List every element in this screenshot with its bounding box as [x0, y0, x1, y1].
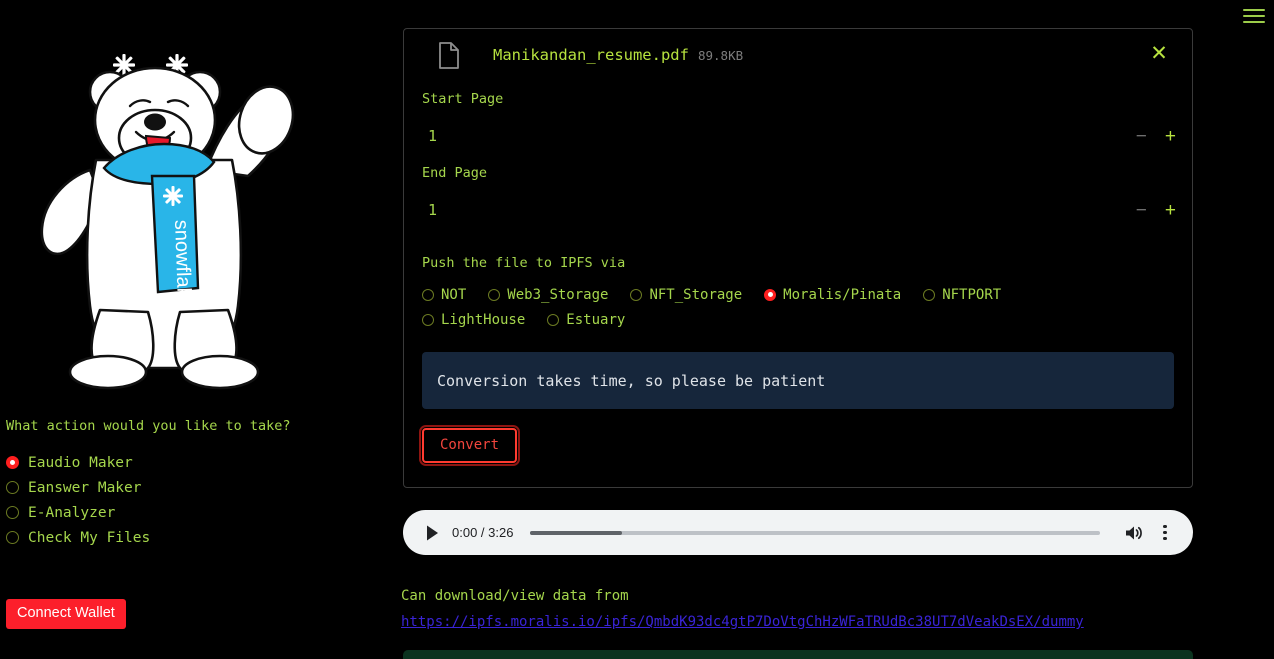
radio-icon[interactable]: [488, 288, 501, 301]
connect-wallet-button[interactable]: Connect Wallet: [6, 599, 126, 629]
app-root: snowflake What action would you like to …: [0, 0, 1274, 659]
radio-icon-selected[interactable]: [6, 456, 19, 469]
info-banner-text: Conversion takes time, so please be pati…: [437, 371, 826, 390]
ipfs-option-label: Estuary: [566, 311, 626, 328]
play-icon[interactable]: [421, 522, 443, 544]
download-info-block: Can download/view data from https://ipfs…: [401, 588, 1193, 630]
audio-player[interactable]: 0:00 / 3:26: [403, 510, 1193, 555]
ipfs-provider-label: Push the file to IPFS via: [422, 255, 626, 271]
audio-time-display: 0:00 / 3:26: [452, 525, 514, 540]
close-icon[interactable]: ✕: [1148, 43, 1170, 65]
file-size-label: 89.8KB: [697, 47, 744, 63]
radio-icon[interactable]: [923, 288, 936, 301]
file-header: Manikandan_resume.pdf 89.8KB ✕: [404, 29, 1192, 81]
download-info-text: Can download/view data from: [401, 588, 629, 604]
radio-icon[interactable]: [422, 288, 434, 301]
radio-icon[interactable]: [630, 288, 643, 301]
scarf-brand-text: snowflake: [170, 219, 195, 309]
start-page-stepper-buttons: − +: [1136, 117, 1176, 155]
ipfs-download-link[interactable]: https://ipfs.moralis.io/ipfs/QmbdK93dc4g…: [401, 614, 1193, 630]
radio-icon-selected[interactable]: [764, 288, 777, 301]
more-vertical-icon[interactable]: [1155, 522, 1175, 544]
ipfs-option-label: Moralis/Pinata: [783, 286, 902, 303]
sidebar-option-e-analyzer[interactable]: E-Analyzer: [6, 500, 150, 525]
ipfs-option-label: NFT_Storage: [649, 286, 743, 303]
ipfs-option-label: NFTPORT: [942, 286, 1002, 303]
ipfs-provider-radio-group: NOT Web3_Storage NFT_Storage Moralis/Pin…: [404, 282, 1084, 332]
ipfs-option-label: Web3_Storage: [507, 286, 609, 303]
start-page-label: Start Page: [422, 91, 504, 107]
start-page-decrement-button[interactable]: −: [1136, 127, 1147, 146]
action-radio-group: Eaudio Maker Eanswer Maker E-Analyzer Ch…: [6, 450, 150, 550]
sidebar: snowflake What action would you like to …: [0, 0, 390, 659]
success-alert-bar: [403, 650, 1193, 659]
end-page-stepper-buttons: − +: [1136, 191, 1176, 229]
end-page-input[interactable]: 1: [404, 201, 437, 219]
end-page-stepper: 1 − +: [404, 191, 1192, 229]
convert-button[interactable]: Convert: [418, 425, 521, 466]
end-page-label: End Page: [422, 165, 488, 181]
sidebar-option-label: Eanswer Maker: [28, 479, 142, 496]
volume-icon[interactable]: [1122, 522, 1144, 544]
info-banner: Conversion takes time, so please be pati…: [422, 352, 1174, 409]
ipfs-option-not[interactable]: NOT: [422, 282, 466, 307]
hamburger-bar: [1243, 21, 1265, 23]
sidebar-option-label: E-Analyzer: [28, 504, 116, 521]
sidebar-option-label: Check My Files: [28, 529, 151, 546]
end-page-decrement-button[interactable]: −: [1136, 201, 1147, 220]
radio-icon[interactable]: [547, 313, 560, 326]
action-question-label: What action would you like to take?: [6, 418, 291, 434]
audio-scrubber[interactable]: [530, 530, 1100, 535]
start-page-input[interactable]: 1: [404, 127, 437, 145]
sidebar-option-eaudio-maker[interactable]: Eaudio Maker: [6, 450, 150, 475]
hamburger-bar: [1243, 15, 1265, 17]
radio-icon[interactable]: [6, 481, 19, 494]
ipfs-option-moralis-pinata[interactable]: Moralis/Pinata: [764, 282, 901, 307]
sidebar-option-check-my-files[interactable]: Check My Files: [6, 525, 150, 550]
file-conversion-card: Manikandan_resume.pdf 89.8KB ✕ Start Pag…: [403, 28, 1193, 488]
more-dot: [1163, 524, 1167, 528]
more-dot: [1163, 537, 1167, 541]
ipfs-option-estuary[interactable]: Estuary: [547, 307, 625, 332]
end-page-increment-button[interactable]: +: [1165, 201, 1176, 220]
more-dot: [1163, 530, 1167, 535]
start-page-stepper: 1 − +: [404, 117, 1192, 155]
hamburger-menu-icon[interactable]: [1243, 6, 1267, 26]
file-name-label: Manikandan_resume.pdf: [493, 46, 689, 64]
radio-icon[interactable]: [6, 506, 19, 519]
sidebar-option-label: Eaudio Maker: [28, 454, 133, 471]
document-file-icon: [438, 41, 460, 69]
start-page-increment-button[interactable]: +: [1165, 127, 1176, 146]
sidebar-option-eanswer-maker[interactable]: Eanswer Maker: [6, 475, 150, 500]
audio-buffered-bar: [530, 530, 622, 535]
radio-icon[interactable]: [6, 531, 19, 544]
ipfs-option-label: LightHouse: [441, 311, 526, 328]
ipfs-option-nft-storage[interactable]: NFT_Storage: [630, 282, 742, 307]
radio-icon[interactable]: [422, 313, 434, 326]
ipfs-option-nftport[interactable]: NFTPORT: [923, 282, 1001, 307]
ipfs-option-web3-storage[interactable]: Web3_Storage: [488, 282, 608, 307]
snowflake-polar-bear-mascot: snowflake: [18, 20, 308, 400]
ipfs-option-label: NOT: [441, 286, 467, 303]
hamburger-bar: [1243, 9, 1265, 11]
ipfs-option-lighthouse[interactable]: LightHouse: [422, 307, 525, 332]
